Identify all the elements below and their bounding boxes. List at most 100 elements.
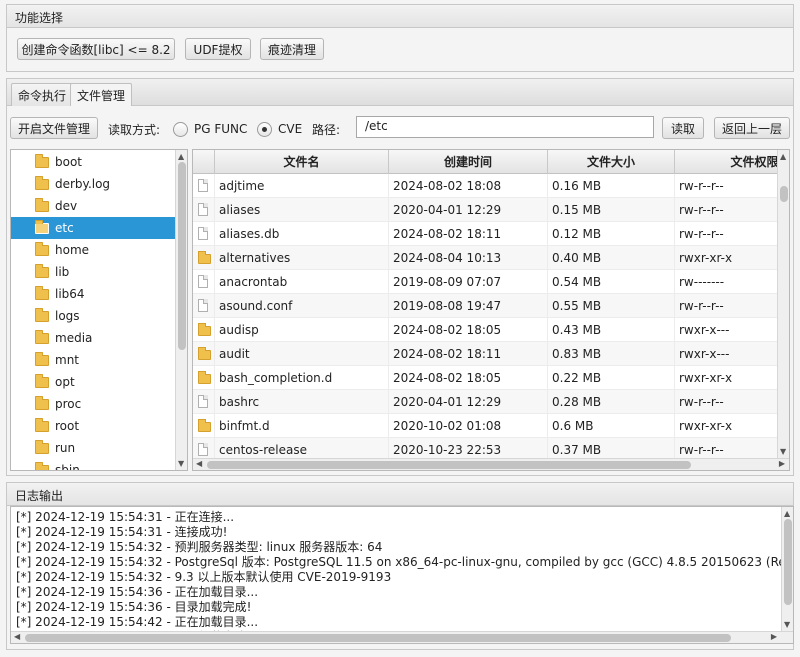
table-row[interactable]: aliases 2020-04-01 12:29 0.15 MB rw-r--r--: [193, 198, 779, 222]
header-permission[interactable]: 文件权限: [675, 150, 789, 174]
tab-command-exec[interactable]: 命令执行: [11, 83, 74, 107]
table-vscrollbar[interactable]: ▲ ▼: [777, 150, 789, 458]
file-table: 文件名 创建时间 文件大小 文件权限 adjtime 2024-08-02 18:…: [192, 149, 790, 471]
row-icon-cell: [193, 390, 215, 414]
create-libc-function-button[interactable]: 创建命令函数[libc] <= 8.2: [17, 38, 175, 60]
tree-item[interactable]: dev: [11, 195, 187, 217]
table-row[interactable]: audit 2024-08-02 18:11 0.83 MB rwxr-x---: [193, 342, 779, 366]
cell-perm: rwxr-xr-x: [675, 366, 779, 390]
udf-privilege-button[interactable]: UDF提权: [185, 38, 251, 60]
trace-cleanup-button[interactable]: 痕迹清理: [260, 38, 324, 60]
folder-icon: [35, 461, 49, 470]
cell-created: 2024-08-02 18:11: [389, 342, 548, 366]
cell-size: 0.15 MB: [548, 198, 675, 222]
header-created[interactable]: 创建时间: [389, 150, 548, 174]
radio-pg-func[interactable]: [173, 122, 188, 137]
read-button[interactable]: 读取: [662, 117, 704, 139]
tree-scroll-thumb[interactable]: [178, 162, 186, 350]
folder-icon: [35, 417, 49, 432]
cell-size: 0.43 MB: [548, 318, 675, 342]
tree-item[interactable]: lib64: [11, 283, 187, 305]
header-filename[interactable]: 文件名: [215, 150, 389, 174]
tree-item[interactable]: derby.log: [11, 173, 187, 195]
table-row[interactable]: asound.conf 2019-08-08 19:47 0.55 MB rw-r--…: [193, 294, 779, 318]
tree-item[interactable]: media: [11, 327, 187, 349]
folder-icon: [35, 373, 49, 388]
cell-name: alternatives: [215, 246, 389, 270]
cell-size: 0.40 MB: [548, 246, 675, 270]
log-line: [*] 2024-12-19 15:54:32 - 预判服务器类型: linux…: [16, 540, 383, 554]
cell-size: 0.28 MB: [548, 390, 675, 414]
cell-name: bash_completion.d: [215, 366, 389, 390]
log-output[interactable]: [*] 2024-12-19 15:54:31 - 正在连接... [*] 202…: [10, 506, 794, 644]
log-line: [*] 2024-12-19 15:54:31 - 连接成功!: [16, 525, 228, 539]
tree-item-label: proc: [55, 397, 82, 411]
tree-item-label: home: [55, 243, 90, 257]
back-button[interactable]: 返回上一层: [714, 117, 790, 139]
function-section-title: 功能选择: [6, 4, 794, 28]
table-row[interactable]: audisp 2024-08-02 18:05 0.43 MB rwxr-x---: [193, 318, 779, 342]
folder-icon: [198, 371, 211, 384]
log-vscrollbar[interactable]: ▲ ▼: [781, 507, 793, 631]
log-vscroll-thumb[interactable]: [784, 519, 792, 605]
tree-item-label: media: [55, 331, 93, 345]
open-file-manager-button[interactable]: 开启文件管理: [10, 117, 98, 139]
tree-item[interactable]: mnt: [11, 349, 187, 371]
tree-item[interactable]: boot: [11, 151, 187, 173]
cell-perm: rw-r--r--: [675, 390, 779, 414]
table-row[interactable]: anacrontab 2019-08-09 07:07 0.54 MB rw-----…: [193, 270, 779, 294]
cell-created: 2019-08-08 19:47: [389, 294, 548, 318]
tree-item[interactable]: run: [11, 437, 187, 459]
cell-size: 0.55 MB: [548, 294, 675, 318]
table-row[interactable]: bashrc 2020-04-01 12:29 0.28 MB rw-r--r--: [193, 390, 779, 414]
table-row[interactable]: binfmt.d 2020-10-02 01:08 0.6 MB rwxr-xr-x: [193, 414, 779, 438]
cell-perm: rwxr-x---: [675, 342, 779, 366]
radio-cve[interactable]: [257, 122, 272, 137]
cell-name: adjtime: [215, 174, 389, 198]
row-icon-cell: [193, 342, 215, 366]
log-hscroll-thumb[interactable]: [25, 634, 731, 642]
table-row[interactable]: alternatives 2024-08-04 10:13 0.40 MB rwxr-…: [193, 246, 779, 270]
table-hscrollbar[interactable]: ◀ ▶: [193, 458, 789, 470]
tree-item-label: opt: [55, 375, 75, 389]
tree-item[interactable]: lib: [11, 261, 187, 283]
file-icon: [198, 179, 208, 192]
row-icon-cell: [193, 270, 215, 294]
path-input[interactable]: /etc: [356, 116, 654, 138]
radio-pg-func-label[interactable]: PG FUNC: [194, 122, 247, 136]
cell-perm: rw-r--r--: [675, 198, 779, 222]
cell-name: aliases: [215, 198, 389, 222]
tab-bar: 命令执行 文件管理: [6, 78, 794, 108]
row-icon-cell: [193, 198, 215, 222]
header-size[interactable]: 文件大小: [548, 150, 675, 174]
folder-icon: [35, 263, 49, 278]
log-hscrollbar[interactable]: ◀ ▶: [11, 631, 793, 643]
tree-item-label: derby.log: [55, 177, 111, 191]
radio-cve-label[interactable]: CVE: [278, 122, 302, 136]
tree-item-label: sbin: [55, 463, 80, 471]
table-row[interactable]: aliases.db 2024-08-02 18:11 0.12 MB rw-r--r…: [193, 222, 779, 246]
table-vscroll-thumb[interactable]: [780, 186, 788, 202]
tree-item[interactable]: proc: [11, 393, 187, 415]
cell-size: 0.83 MB: [548, 342, 675, 366]
tree-item[interactable]: home: [11, 239, 187, 261]
tree-item[interactable]: opt: [11, 371, 187, 393]
tab-file-manager[interactable]: 文件管理: [70, 83, 133, 108]
table-hscroll-thumb[interactable]: [207, 461, 691, 469]
table-row[interactable]: bash_completion.d 2024-08-02 18:05 0.22 MB…: [193, 366, 779, 390]
tree-item[interactable]: root: [11, 415, 187, 437]
tree-item[interactable]: sbin: [11, 459, 187, 471]
tree-scrollbar[interactable]: ▲ ▼: [175, 150, 187, 470]
file-icon: [198, 203, 208, 216]
path-label: 路径:: [312, 123, 341, 137]
tree-item-label: mnt: [55, 353, 79, 367]
log-line: [*] 2024-12-19 15:54:42 - 正在加载目录...: [16, 615, 259, 629]
cell-created: 2024-08-02 18:05: [389, 318, 548, 342]
cell-size: 0.16 MB: [548, 174, 675, 198]
cell-perm: rw-r--r--: [675, 174, 779, 198]
table-row[interactable]: adjtime 2024-08-02 18:08 0.16 MB rw-r--r--: [193, 174, 779, 198]
tree-item[interactable]: etc: [11, 217, 187, 239]
row-icon-cell: [193, 174, 215, 198]
tree-item[interactable]: logs: [11, 305, 187, 327]
folder-icon: [198, 251, 211, 264]
